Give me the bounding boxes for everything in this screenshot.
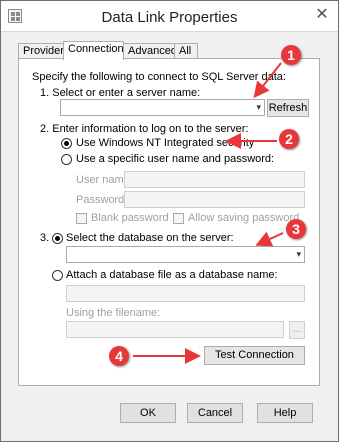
- annotation-arrows: [133, 62, 284, 364]
- annotation-marker-4: 4: [109, 346, 129, 366]
- annotation-marker-1: 1: [281, 45, 301, 65]
- annotation-marker-3: 3: [286, 219, 306, 239]
- tab-connection[interactable]: Connection: [63, 41, 124, 60]
- arrow-3: [255, 231, 284, 247]
- annotation-marker-2: 2: [279, 129, 299, 149]
- data-link-properties-dialog: Data Link Properties ✕ Provider Connecti…: [0, 0, 339, 442]
- arrow-1: [253, 62, 282, 99]
